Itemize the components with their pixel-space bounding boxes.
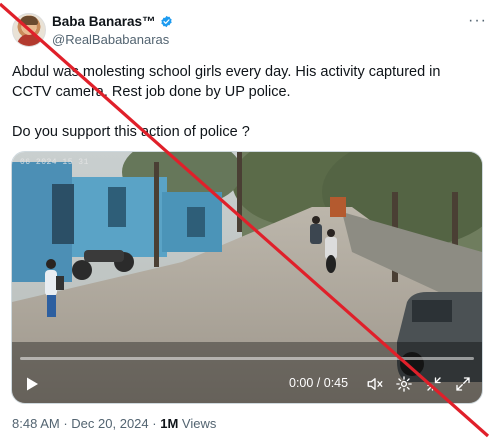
views-count: 1M bbox=[160, 416, 179, 431]
video-progress-bar[interactable] bbox=[20, 357, 474, 360]
volume-muted-icon[interactable] bbox=[366, 375, 384, 393]
more-options-icon[interactable]: ··· bbox=[468, 13, 487, 29]
tweet-date[interactable]: Dec 20, 2024 bbox=[71, 416, 148, 431]
author-display-name[interactable]: Baba Banaras™ bbox=[52, 14, 156, 29]
tweet-header: Baba Banaras™ @RealBababanaras ··· bbox=[12, 13, 489, 53]
avatar[interactable] bbox=[12, 13, 46, 47]
author-handle[interactable]: @RealBababanaras bbox=[52, 32, 169, 47]
tweet-text: Abdul was molesting school girls every d… bbox=[12, 64, 441, 140]
video-player[interactable]: 06 2024 15 31 0:00 / 0:45 bbox=[11, 151, 483, 404]
video-time-display: 0:00 / 0:45 bbox=[289, 376, 349, 390]
video-frame bbox=[12, 152, 482, 403]
cctv-timestamp: 06 2024 15 31 bbox=[20, 158, 89, 167]
fullscreen-exit-icon[interactable] bbox=[425, 375, 443, 393]
views-label: Views bbox=[181, 416, 217, 431]
meta-separator: · bbox=[152, 416, 157, 431]
tweet-meta: 8:48 AM · Dec 20, 2024 · 1M Views bbox=[12, 416, 216, 431]
verified-badge-icon bbox=[160, 15, 172, 28]
author-name-line[interactable]: Baba Banaras™ bbox=[52, 14, 173, 29]
settings-icon[interactable] bbox=[395, 375, 413, 393]
meta-separator: · bbox=[63, 416, 68, 431]
fullscreen-icon[interactable] bbox=[454, 375, 472, 393]
tweet-time[interactable]: 8:48 AM bbox=[12, 416, 60, 431]
play-icon[interactable] bbox=[24, 376, 40, 392]
